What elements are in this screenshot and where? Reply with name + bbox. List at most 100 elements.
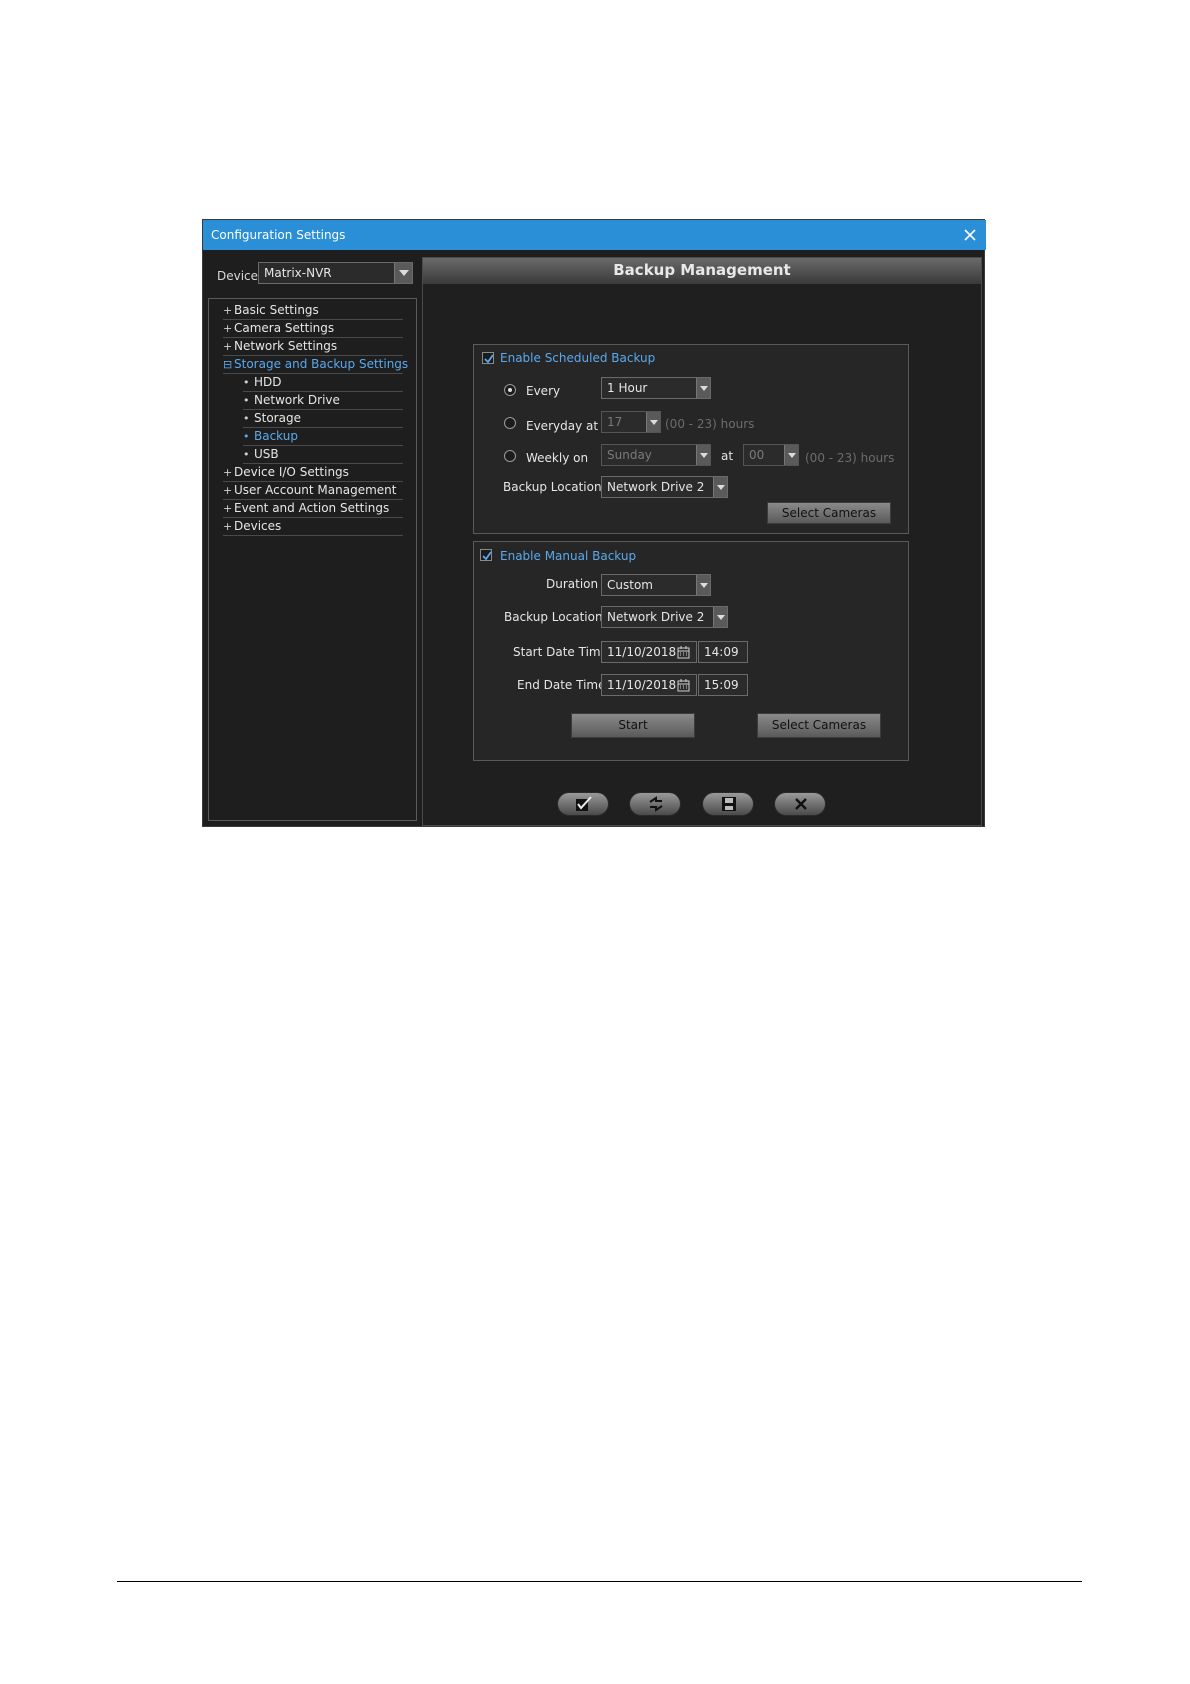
tree-item-usb[interactable]: • USB [243,446,403,464]
cancel-button[interactable] [774,792,826,816]
end-date-value: 11/10/2018 [607,678,677,692]
chevron-down-icon[interactable] [646,412,660,432]
weekly-on-radio[interactable] [504,450,516,462]
close-icon[interactable] [958,223,982,247]
apply-icon [576,796,592,811]
tree-item-label: Camera Settings [234,321,335,335]
weekly-hour-select[interactable]: 00 [743,444,799,466]
tree-item-devices[interactable]: + Devices [223,518,403,536]
bullet-icon: • [243,430,250,443]
manual-select-cameras-button[interactable]: Select Cameras [757,713,881,738]
tree-item-label: Device I/O Settings [234,465,349,479]
everyday-hours-hint: (00 - 23) hours [665,417,755,431]
bullet-icon: • [243,394,250,407]
checkmark-icon [482,551,492,561]
chevron-down-icon[interactable] [696,575,710,595]
manual-backup-location-select[interactable]: Network Drive 2 [601,606,728,628]
start-backup-button[interactable]: Start [571,713,695,738]
tree-item-label: Storage [254,411,301,425]
tree-item-storage[interactable]: • Storage [243,410,403,428]
end-time-value: 15:09 [704,678,739,692]
checkmark-icon [484,354,494,364]
end-date-field[interactable]: 11/10/2018 [601,674,697,696]
device-select-value: Matrix-NVR [264,266,332,280]
page-title: Backup Management [423,258,981,284]
weekday-select[interactable]: Sunday [601,444,711,466]
weekday-select-value: Sunday [607,448,652,462]
tree-item-event-and-action-settings[interactable]: + Event and Action Settings [223,500,403,518]
manual-backup-group: Enable Manual Backup Duration Custom Bac… [473,541,909,761]
chevron-down-icon[interactable] [696,378,710,398]
refresh-icon [649,796,663,812]
manual-backup-location-value: Network Drive 2 [607,610,705,624]
everyday-at-label: Everyday at [526,419,599,433]
everyday-hour-value: 17 [607,415,623,429]
expand-icon: + [223,520,233,533]
bullet-icon: • [243,376,250,389]
end-time-field[interactable]: 15:09 [698,674,748,696]
title-bar: Configuration Settings [203,220,986,250]
everyday-hour-select[interactable]: 17 [601,411,661,433]
window-title: Configuration Settings [211,228,346,242]
tree-item-hdd[interactable]: • HDD [243,374,403,392]
start-date-time-label: Start Date Time [513,645,608,659]
save-button[interactable] [702,792,754,816]
expand-icon: + [223,466,233,479]
device-select[interactable]: Matrix-NVR [258,262,413,284]
collapse-icon: ⊟ [223,358,233,371]
tree-item-camera-settings[interactable]: + Camera Settings [223,320,403,338]
start-time-value: 14:09 [704,645,739,659]
chevron-down-icon[interactable] [696,445,710,465]
at-label: at [721,449,734,463]
chevron-down-icon[interactable] [713,477,727,497]
tree-item-backup[interactable]: • Backup [243,428,403,446]
settings-tree: + Basic Settings + Camera Settings + Net… [208,298,417,821]
chevron-down-icon[interactable] [713,607,727,627]
tree-item-label: Network Drive [254,393,340,407]
tree-item-user-account-management[interactable]: + User Account Management [223,482,403,500]
tree-item-device-io-settings[interactable]: + Device I/O Settings [223,464,403,482]
chevron-down-icon[interactable] [784,445,798,465]
everyday-at-radio[interactable] [504,417,516,429]
tree-item-storage-and-backup-settings[interactable]: ⊟ Storage and Backup Settings [223,356,408,374]
save-icon [722,797,736,811]
expand-icon: + [223,484,233,497]
expand-icon: + [223,340,233,353]
enable-manual-backup-label: Enable Manual Backup [500,549,637,563]
tree-item-network-drive[interactable]: • Network Drive [243,392,403,410]
bullet-icon: • [243,412,250,425]
tree-item-label: Devices [234,519,282,533]
calendar-icon[interactable] [677,646,690,662]
start-time-field[interactable]: 14:09 [698,641,748,663]
duration-label: Duration [546,577,599,591]
enable-scheduled-backup-checkbox[interactable] [482,352,494,364]
every-select[interactable]: 1 Hour [601,377,711,399]
every-radio[interactable] [504,384,516,396]
duration-select[interactable]: Custom [601,574,711,596]
tree-item-basic-settings[interactable]: + Basic Settings [223,302,403,320]
refresh-button[interactable] [629,792,681,816]
start-date-field[interactable]: 11/10/2018 [601,641,697,663]
manual-backup-location-label: Backup Location [504,610,603,624]
radio-selected-dot [508,388,512,392]
chevron-down-icon[interactable] [394,263,412,283]
weekly-hours-hint: (00 - 23) hours [805,451,895,465]
scheduled-select-cameras-button[interactable]: Select Cameras [767,502,891,524]
scheduled-backup-location-value: Network Drive 2 [607,480,705,494]
end-date-time-label: End Date Time [517,678,606,692]
device-label: Device [217,269,259,283]
expand-icon: + [223,304,233,317]
tree-item-label: Storage and Backup Settings [234,357,409,371]
backup-management-panel: Backup Management Enable Scheduled Backu… [422,257,982,826]
tree-item-label: Basic Settings [234,303,319,317]
tree-item-label: Network Settings [234,339,338,353]
tree-item-label: USB [254,447,279,461]
scheduled-backup-location-select[interactable]: Network Drive 2 [601,476,728,498]
apply-button[interactable] [557,792,609,816]
enable-manual-backup-checkbox[interactable] [480,549,492,561]
tree-item-label: HDD [254,375,282,389]
tree-item-label: User Account Management [234,483,397,497]
tree-item-label: Event and Action Settings [234,501,390,515]
tree-item-network-settings[interactable]: + Network Settings [223,338,403,356]
calendar-icon[interactable] [677,679,690,695]
